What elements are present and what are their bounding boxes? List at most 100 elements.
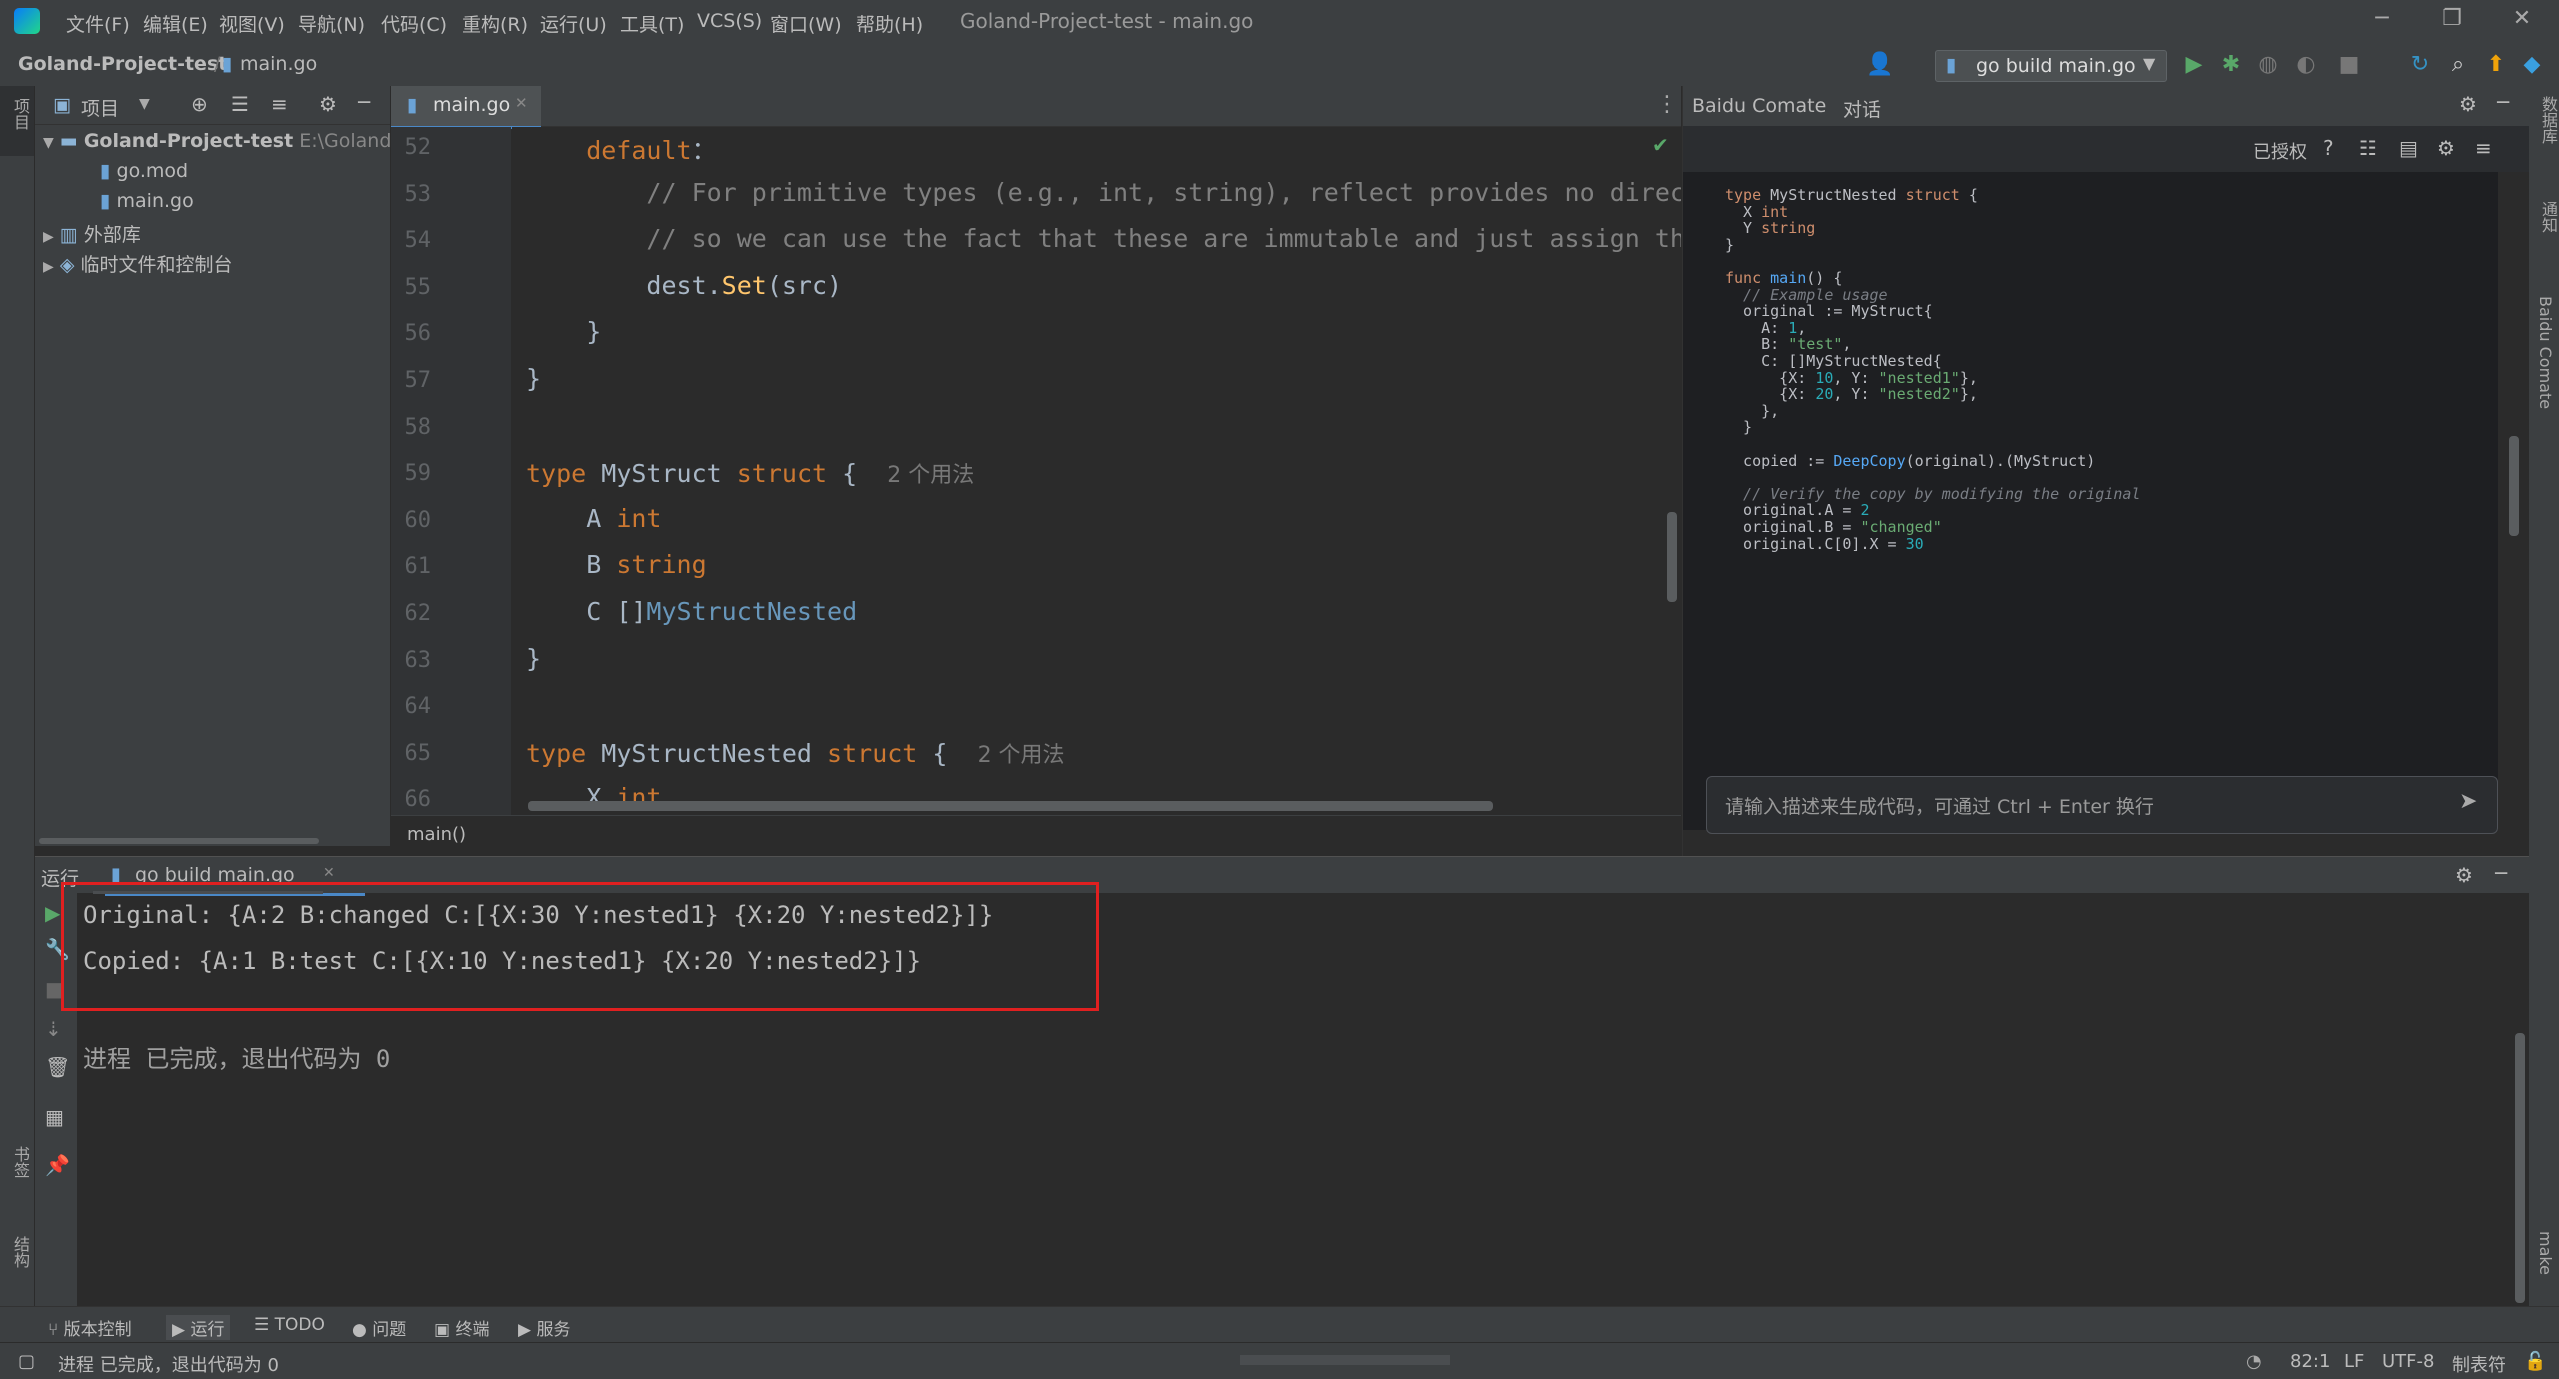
caret-position[interactable]: 82:1	[2290, 1351, 2330, 1372]
comate-prompt-input[interactable]: 请输入描述来生成代码，可通过 Ctrl + Enter 换行 ➤	[1706, 776, 2498, 834]
code-line[interactable]: type MyStruct struct { 2 个用法	[526, 457, 974, 489]
code-editor[interactable]: default： // For primitive types (e.g., i…	[512, 127, 1681, 815]
code-line[interactable]: }	[526, 364, 541, 393]
minimize-icon[interactable]: ─	[2362, 6, 2402, 31]
menu-item-2[interactable]: 视图(V)	[219, 10, 285, 37]
close-icon[interactable]: ✕	[2502, 6, 2542, 31]
code-line[interactable]: C []MyStructNested	[526, 597, 857, 626]
line-separator[interactable]: LF	[2344, 1351, 2364, 1372]
terminal-tool[interactable]: ▣ 终端	[434, 1315, 489, 1340]
menu-item-1[interactable]: 编辑(E)	[143, 10, 208, 37]
code-line[interactable]: default：	[526, 131, 716, 167]
breadcrumb-project[interactable]: Goland-Project-test	[18, 53, 227, 75]
todo-tool[interactable]: ☰ TODO	[254, 1315, 325, 1335]
comate-code-line: },	[1725, 401, 1780, 420]
structure-tool-label[interactable]: 结构	[8, 1236, 32, 1268]
project-tool-button[interactable]: 项目	[0, 86, 34, 156]
upgrade-icon[interactable]: ⬆	[2482, 52, 2510, 77]
menu-item-10[interactable]: 帮助(H)	[856, 10, 923, 37]
coverage-icon[interactable]: ◍	[2254, 52, 2282, 77]
vertical-scrollbar[interactable]	[1667, 512, 1677, 602]
feedback-icon[interactable]: ☷	[2359, 136, 2377, 160]
code-line[interactable]: // so we can use the fact that these are…	[526, 224, 1681, 253]
lock-icon[interactable]: 🔓	[2524, 1351, 2546, 1372]
version-control-tool[interactable]: ⑂ 版本控制	[48, 1315, 132, 1340]
hide-icon[interactable]: ─	[358, 90, 370, 114]
search-icon[interactable]: ⌕	[2444, 52, 2472, 77]
update-icon[interactable]: ↻	[2406, 52, 2434, 77]
collapse-all-icon[interactable]: ≡	[271, 92, 288, 116]
stop-icon[interactable]: ■	[2335, 52, 2363, 77]
code-line[interactable]: }	[526, 317, 601, 346]
breadcrumb-file[interactable]: main.go	[240, 53, 317, 75]
services-tool[interactable]: ▶ 服务	[518, 1315, 570, 1340]
gear-icon[interactable]: ⚙	[2459, 92, 2477, 116]
file-encoding[interactable]: UTF-8	[2382, 1351, 2434, 1372]
menu-item-5[interactable]: 重构(R)	[462, 10, 528, 37]
menu-item-6[interactable]: 运行(U)	[540, 10, 607, 37]
code-line[interactable]: A int	[526, 504, 661, 533]
comate-logo-icon[interactable]: ◆	[2518, 52, 2546, 77]
line-number: 59	[404, 461, 432, 487]
run-icon[interactable]: ▶	[2180, 52, 2208, 77]
menu-icon[interactable]: ≡	[2475, 136, 2492, 160]
tree-item-scratches[interactable]: ▶ ◈ 临时文件和控制台	[43, 250, 233, 280]
tree-item-main-go[interactable]: ▮ main.go	[100, 190, 194, 220]
vertical-scrollbar[interactable]	[2509, 436, 2519, 536]
profile-icon[interactable]: ◐	[2292, 52, 2320, 77]
bookmarks-tool-label[interactable]: 书签	[8, 1146, 32, 1178]
settings-icon[interactable]: ⚙	[2437, 136, 2455, 160]
hide-icon[interactable]: ─	[2497, 90, 2509, 114]
maximize-icon[interactable]: ❐	[2432, 6, 2472, 31]
menu-item-9[interactable]: 窗口(W)	[770, 10, 842, 37]
expand-all-icon[interactable]: ☰	[231, 92, 249, 116]
menu-item-0[interactable]: 文件(F)	[66, 10, 130, 37]
layout-toggle-icon[interactable]: ▢	[18, 1351, 35, 1372]
status-message[interactable]: 进程 已完成，退出代码为 0	[58, 1351, 279, 1377]
send-icon[interactable]: ➤	[2459, 789, 2477, 814]
tab-main-go[interactable]: ▮ main.go ✕	[391, 86, 541, 129]
menu-item-7[interactable]: 工具(T)	[620, 10, 684, 37]
database-tool-label[interactable]: 数据库	[2536, 96, 2559, 144]
problems-tool[interactable]: ● 问题	[352, 1315, 406, 1340]
make-tool-label[interactable]: make	[2536, 1231, 2555, 1275]
close-tab-icon[interactable]: ✕	[323, 865, 335, 881]
debug-icon[interactable]: ✱	[2217, 52, 2245, 77]
code-line[interactable]: // For primitive types (e.g., int, strin…	[526, 178, 1681, 207]
tree-item-external-libraries[interactable]: ▶ ▥ 外部库	[43, 220, 141, 250]
gear-icon[interactable]: ⚙	[2455, 863, 2473, 887]
close-tab-icon[interactable]: ✕	[515, 94, 528, 112]
horizontal-scrollbar[interactable]	[39, 838, 319, 844]
code-line[interactable]: B string	[526, 550, 706, 579]
gear-icon[interactable]: ⚙	[319, 92, 337, 116]
run-configuration-select[interactable]: ▮ go build main.go ▼	[1935, 50, 2167, 82]
code-line[interactable]: dest.Set(src)	[526, 271, 842, 300]
locate-icon[interactable]: ⊕	[191, 92, 208, 116]
project-view-select[interactable]: 项目	[81, 94, 119, 121]
code-line[interactable]: }	[526, 644, 541, 673]
sync-icon[interactable]: ◔	[2246, 1351, 2262, 1372]
editor-tabs: ▮ main.go ✕ ⋮	[391, 86, 1681, 129]
notifications-tool-label[interactable]: 通知	[2536, 201, 2559, 233]
no-problems-check-icon[interactable]: ✔	[1652, 133, 1669, 157]
tree-root[interactable]: ▼ ▬ Goland-Project-test E:\Goland-Pr	[43, 130, 417, 160]
tab-chat[interactable]: 对话	[1843, 95, 1882, 130]
help-icon[interactable]: ?	[2323, 136, 2334, 160]
layout-icon[interactable]: ▤	[2399, 136, 2418, 160]
menu-item-3[interactable]: 导航(N)	[298, 10, 365, 37]
indent-setting[interactable]: 制表符	[2452, 1351, 2506, 1377]
chevron-down-icon[interactable]: ▼	[139, 96, 150, 112]
vertical-scrollbar[interactable]	[2515, 1033, 2525, 1303]
code-line[interactable]: type MyStructNested struct { 2 个用法	[526, 737, 1065, 769]
user-icon[interactable]: 👤	[1866, 52, 1894, 77]
hide-icon[interactable]: ─	[2495, 861, 2507, 885]
run-tool[interactable]: ▶ 运行	[166, 1315, 231, 1340]
comate-tool-label[interactable]: Baidu Comate	[2536, 296, 2555, 409]
menu-item-8[interactable]: VCS(S)	[697, 10, 762, 32]
tree-item-go-mod[interactable]: ▮ go.mod	[100, 160, 188, 190]
horizontal-scrollbar[interactable]	[528, 801, 1493, 811]
authorized-label[interactable]: 已授权	[2253, 138, 2307, 164]
menu-item-4[interactable]: 代码(C)	[381, 10, 447, 37]
more-options-icon[interactable]: ⋮	[1656, 92, 1678, 117]
breadcrumb-function[interactable]: main()	[407, 824, 466, 845]
